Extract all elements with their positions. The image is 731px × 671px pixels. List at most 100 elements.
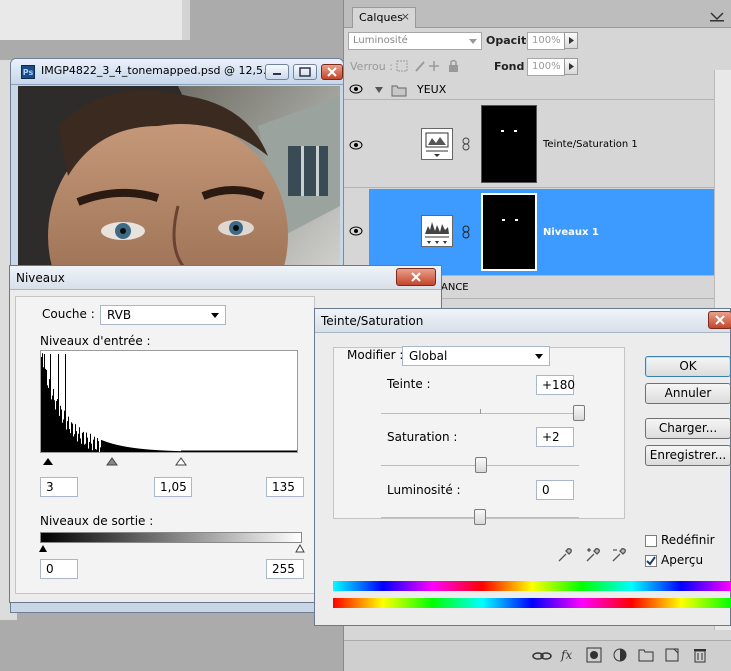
- layer-name: YEUX: [417, 83, 447, 96]
- opacity-input[interactable]: 100%: [527, 32, 565, 50]
- layer-row-yeux[interactable]: YEUX: [369, 80, 715, 100]
- checkmark-icon: [646, 556, 656, 566]
- triangle-right-icon: [569, 37, 574, 44]
- cancel-button[interactable]: Annuler: [645, 383, 731, 404]
- eye-icon: [349, 140, 363, 150]
- edit-value: Global: [409, 349, 448, 363]
- eye-icon: [349, 84, 363, 94]
- channel-select[interactable]: RVB: [100, 305, 226, 325]
- edit-label: Modifier :: [347, 348, 404, 362]
- layer-mask-thumbnail[interactable]: [481, 105, 537, 183]
- tab-calques-label: Calques: [359, 11, 403, 24]
- hue-saturation-close-button[interactable]: [708, 311, 731, 329]
- output-black-slider[interactable]: [39, 545, 47, 552]
- background-window-edge: [182, 0, 190, 40]
- lightness-slider-thumb[interactable]: [474, 509, 486, 525]
- link-layers-icon[interactable]: [532, 649, 552, 663]
- hue-saturation-adjustment-icon: [421, 128, 453, 160]
- portrait-photo: [18, 86, 340, 276]
- triangle-right-icon: [569, 63, 574, 70]
- colorize-label: Redéfinir: [661, 533, 715, 547]
- svg-text:fx: fx: [560, 648, 572, 662]
- channel-value: RVB: [107, 308, 132, 322]
- hue-slider-center-tick: [480, 409, 481, 414]
- layer-style-fx-icon[interactable]: fx: [560, 647, 578, 663]
- levels-close-button[interactable]: [396, 268, 436, 286]
- tab-close-icon[interactable]: ×: [401, 10, 410, 23]
- histogram-graph: [41, 353, 297, 452]
- eyedropper-plus-icon[interactable]: [585, 547, 601, 563]
- minimize-button[interactable]: [265, 64, 289, 80]
- adjustment-layer-icon[interactable]: [612, 647, 628, 663]
- panel-menu-icon[interactable]: [710, 12, 724, 22]
- edit-select[interactable]: Global: [402, 346, 550, 366]
- output-white-slider[interactable]: [295, 544, 305, 553]
- adjusted-spectrum-bar: [333, 581, 731, 591]
- add-mask-icon[interactable]: [586, 647, 602, 663]
- preview-checkbox[interactable]: [645, 555, 657, 567]
- chevron-down-icon: [211, 313, 219, 318]
- input-slider-track[interactable]: [40, 457, 300, 467]
- eye-icon: [349, 226, 363, 236]
- gamma-slider[interactable]: [106, 457, 118, 466]
- eyedropper-icon[interactable]: [557, 547, 573, 563]
- white-point-slider[interactable]: [175, 457, 187, 466]
- visibility-toggle[interactable]: [344, 101, 369, 188]
- ok-button[interactable]: OK: [645, 356, 731, 377]
- close-icon: [411, 272, 421, 282]
- layer-row-levels[interactable]: Niveaux 1: [369, 189, 715, 276]
- saturation-label: Saturation :: [387, 430, 458, 444]
- levels-adjustment-icon: [421, 215, 453, 247]
- layer-mask-thumbnail[interactable]: [481, 193, 537, 271]
- fill-input[interactable]: 100%: [527, 58, 565, 76]
- tab-calques[interactable]: Calques ×: [352, 7, 416, 28]
- maximize-icon: [299, 67, 311, 77]
- collapse-triangle-icon[interactable]: [374, 85, 384, 95]
- output-slider-track[interactable]: [38, 544, 308, 554]
- save-button[interactable]: Enregistrer...: [645, 445, 731, 466]
- trash-icon[interactable]: [692, 646, 708, 664]
- link-icon[interactable]: [461, 137, 471, 151]
- chevron-down-icon: [535, 354, 543, 359]
- layer-name: ANCE: [441, 282, 469, 293]
- opacity-arrow-button[interactable]: [564, 32, 578, 49]
- input-gamma-field[interactable]: 1,05: [154, 477, 192, 497]
- visibility-toggle[interactable]: [344, 80, 369, 100]
- fill-arrow-button[interactable]: [564, 58, 578, 75]
- blend-mode-value: Luminosité: [353, 35, 408, 46]
- document-titlebar[interactable]: Ps IMGP4822_3_4_tonemapped.psd @ 12,5...: [11, 59, 343, 85]
- levels-dialog-title: Niveaux: [16, 271, 65, 285]
- load-button[interactable]: Charger...: [645, 418, 731, 439]
- maximize-button[interactable]: [293, 64, 317, 80]
- hue-saturation-title: Teinte/Saturation: [321, 314, 424, 328]
- layer-name: Teinte/Saturation 1: [543, 139, 638, 150]
- black-point-slider[interactable]: [43, 458, 53, 465]
- hue-saturation-fieldset: [333, 347, 625, 519]
- folder-icon: [391, 85, 407, 97]
- colorize-checkbox[interactable]: [645, 535, 657, 547]
- blend-mode-select[interactable]: Luminosité: [348, 32, 482, 50]
- visibility-toggle[interactable]: [344, 189, 369, 276]
- lightness-input[interactable]: 0: [536, 480, 574, 500]
- new-group-icon[interactable]: [638, 647, 654, 663]
- output-white-field[interactable]: 255: [266, 559, 304, 579]
- levels-dialog-titlebar[interactable]: Niveaux: [10, 266, 441, 290]
- hue-saturation-titlebar[interactable]: Teinte/Saturation: [315, 309, 730, 333]
- document-close-button[interactable]: [321, 64, 343, 80]
- new-layer-icon[interactable]: [664, 647, 680, 663]
- photoshop-document-icon: Ps: [21, 65, 35, 79]
- input-levels-label: Niveaux d'entrée :: [40, 334, 151, 348]
- output-black-field[interactable]: 0: [40, 559, 78, 579]
- layer-row-hue-saturation[interactable]: Teinte/Saturation 1: [369, 101, 715, 188]
- output-gradient: [40, 532, 302, 543]
- layers-panel-tabbar: Calques ×: [344, 0, 731, 28]
- input-black-field[interactable]: 3: [40, 477, 78, 497]
- input-white-field[interactable]: 135: [266, 477, 304, 497]
- hue-slider-thumb[interactable]: [573, 405, 585, 421]
- layer-name: Niveaux 1: [543, 227, 599, 238]
- hue-input[interactable]: +180: [536, 375, 575, 395]
- saturation-slider-thumb[interactable]: [474, 457, 487, 473]
- link-icon[interactable]: [461, 225, 471, 239]
- saturation-input[interactable]: +2: [536, 427, 574, 447]
- eyedropper-minus-icon[interactable]: [611, 547, 627, 563]
